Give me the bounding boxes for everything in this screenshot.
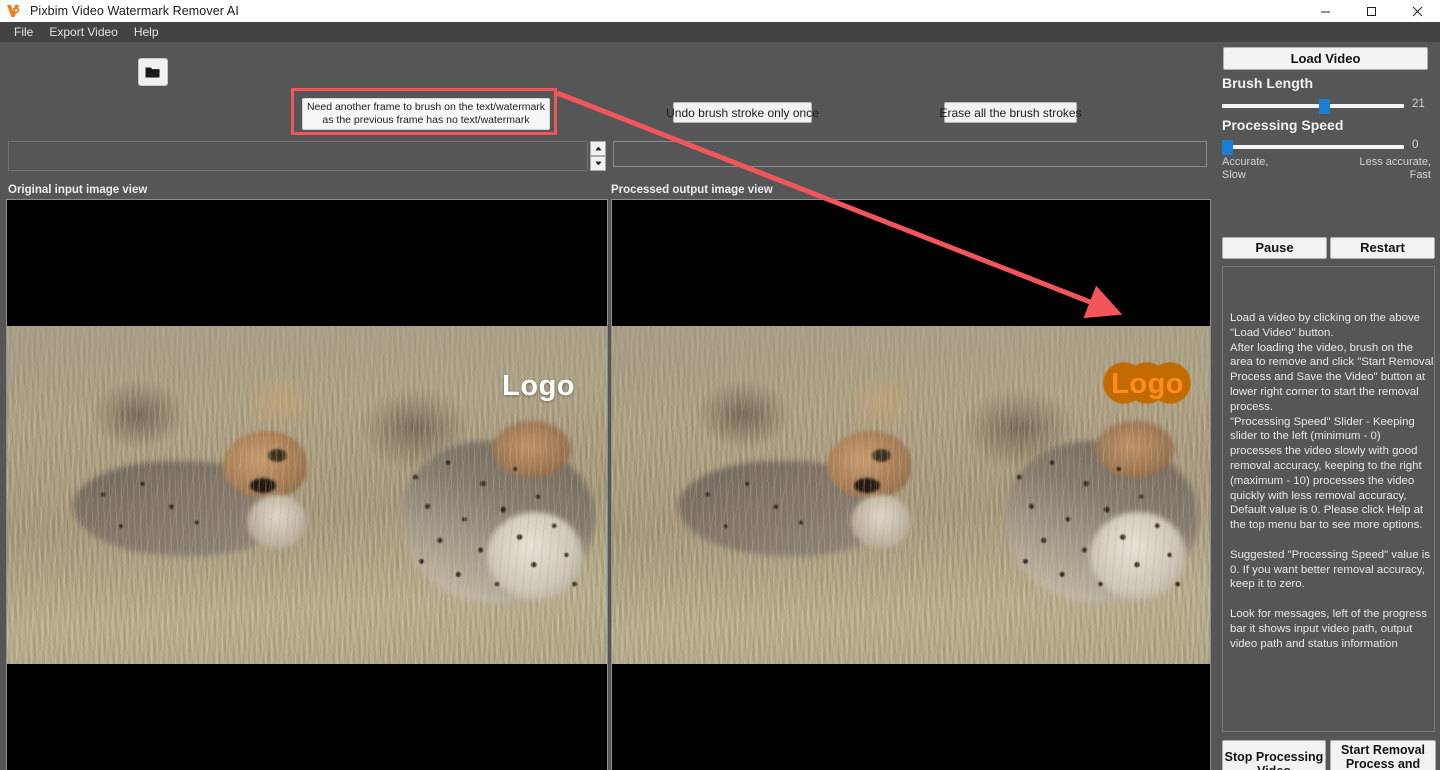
minimize-icon[interactable] — [1302, 0, 1348, 22]
open-folder-button[interactable] — [138, 58, 168, 86]
instructions-panel: Load a video by clicking on the above "L… — [1222, 266, 1435, 732]
output-video-path-field[interactable] — [613, 141, 1207, 167]
cheetah-left-spots — [67, 467, 247, 556]
frame-stepper[interactable] — [590, 141, 606, 171]
menu-item-help[interactable]: Help — [126, 23, 167, 41]
input-video-frame: Logo — [7, 326, 607, 664]
path-row — [0, 97, 1213, 171]
menu-item-file[interactable]: File — [6, 23, 41, 41]
menu-item-export-video[interactable]: Export Video — [41, 23, 126, 41]
control-sidebar: Load Video Brush Length 21 Processing Sp… — [1213, 42, 1440, 770]
cheetah-left-eye — [268, 449, 288, 462]
speed-scale-right-label: Less accurate, Fast — [1359, 156, 1431, 181]
application-window: Pixbim Video Watermark Remover AI File E… — [0, 0, 1440, 770]
processing-speed-track[interactable] — [1222, 145, 1404, 149]
processed-output-view-label: Processed output image view — [611, 184, 773, 196]
cheetah-left-spots — [671, 467, 852, 556]
input-video-path-field[interactable] — [8, 141, 588, 171]
cheetah-right-spots — [391, 447, 595, 610]
brush-length-heading: Brush Length — [1222, 75, 1313, 91]
cheetah-left-chest — [247, 495, 307, 550]
window-title: Pixbim Video Watermark Remover AI — [30, 4, 239, 18]
watermark-text: Logo — [502, 370, 575, 402]
work-area: Undo brush stroke only once Erase all th… — [0, 42, 1213, 770]
maximize-icon[interactable] — [1348, 0, 1394, 22]
brush-length-value: 21 — [1412, 98, 1425, 110]
cheetah-left-eye — [872, 449, 892, 462]
load-video-button[interactable]: Load Video — [1223, 47, 1428, 70]
instructions-text: Load a video by clicking on the above "L… — [1230, 312, 1434, 650]
title-bar: Pixbim Video Watermark Remover AI — [0, 0, 1440, 23]
brush-length-track[interactable] — [1222, 104, 1404, 108]
caret-up-icon[interactable] — [590, 141, 606, 156]
pause-button[interactable]: Pause — [1222, 237, 1327, 259]
speed-scale-left-label: Accurate, Slow — [1222, 156, 1269, 181]
cheetah-left-chest — [851, 495, 911, 550]
processing-speed-value: 0 — [1412, 139, 1419, 151]
brush-length-thumb[interactable] — [1319, 99, 1331, 114]
output-video-frame: Logo — [612, 326, 1210, 664]
folder-open-icon — [145, 66, 161, 79]
menu-bar: File Export Video Help — [0, 22, 1440, 42]
stop-processing-video-button[interactable]: Stop Processing Video — [1222, 740, 1326, 770]
processing-speed-heading: Processing Speed — [1222, 117, 1344, 133]
toolbar: Undo brush stroke only once Erase all th… — [0, 42, 1213, 135]
caret-down-icon[interactable] — [590, 156, 606, 171]
original-input-image-view[interactable]: Logo — [6, 199, 608, 770]
start-removal-process-button[interactable]: Start Removal Process and Save the Video — [1330, 740, 1436, 770]
restart-button[interactable]: Restart — [1330, 237, 1435, 259]
pixbim-logo-icon — [5, 3, 23, 19]
original-input-view-label: Original input image view — [8, 184, 148, 196]
brush-length-slider[interactable]: 21 — [1222, 98, 1432, 114]
processing-speed-slider[interactable]: 0 — [1222, 139, 1432, 155]
window-controls — [1302, 0, 1440, 22]
close-icon[interactable] — [1394, 0, 1440, 22]
processed-output-image-view[interactable]: Logo — [611, 199, 1211, 770]
processing-speed-thumb[interactable] — [1222, 140, 1233, 155]
brushed-watermark-text: Logo — [1111, 368, 1184, 400]
cheetah-right-spots — [994, 447, 1199, 610]
